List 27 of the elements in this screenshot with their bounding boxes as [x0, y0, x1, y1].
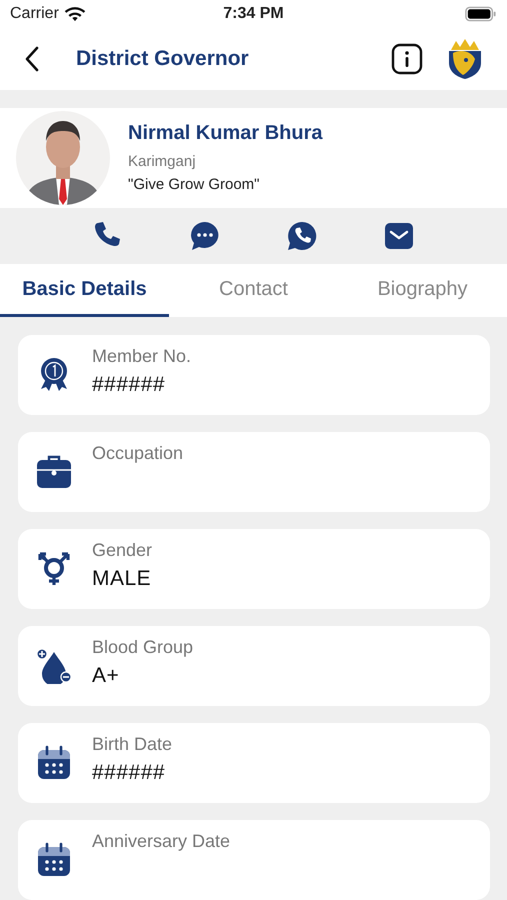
- briefcase-icon: [36, 454, 72, 490]
- clock-time: 7:34 PM: [223, 5, 284, 22]
- detail-label: Gender: [92, 540, 152, 562]
- battery-icon: [464, 6, 497, 22]
- back-icon[interactable]: [24, 46, 40, 72]
- detail-value: A+: [92, 664, 120, 688]
- whatsapp-icon[interactable]: [286, 220, 318, 252]
- info-icon[interactable]: [391, 42, 423, 75]
- detail-value: ######: [92, 373, 166, 398]
- calendar-icon: [36, 842, 72, 878]
- gender-symbol-icon: [36, 551, 72, 588]
- detail-label: Anniversary Date: [92, 831, 230, 852]
- member-motto: "Give Grow Groom": [128, 176, 261, 194]
- detail-label: Blood Group: [92, 637, 194, 658]
- blood-drop-icon: [36, 648, 72, 684]
- detail-label: Member No.: [92, 346, 192, 368]
- detail-label: Birth Date: [92, 734, 172, 756]
- carrier-label: Carrier: [10, 5, 59, 24]
- member-location: Karimganj: [128, 153, 197, 170]
- member-name: Nirmal Kumar Bhura: [128, 122, 322, 146]
- calendar-icon: [36, 745, 72, 782]
- detail-label: Occupation: [92, 443, 184, 464]
- chat-bubble-icon[interactable]: [189, 220, 222, 252]
- wifi-icon: [64, 6, 86, 22]
- detail-value: ######: [92, 761, 166, 786]
- page-title: District Governor: [76, 46, 250, 71]
- detail-value: MALE: [92, 567, 152, 592]
